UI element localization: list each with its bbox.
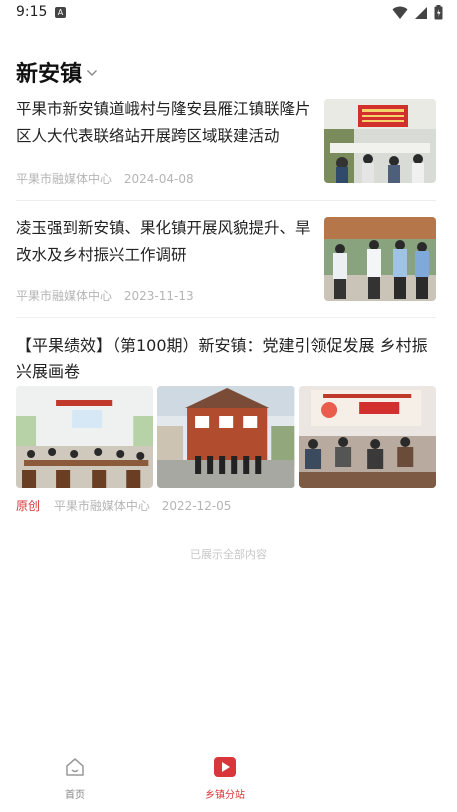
list-item[interactable]: 凌玉强到新安镇、果化镇开展风貌提升、旱改水及乡村振兴工作调研 平果市融媒体中心 …	[16, 215, 436, 305]
status-time: 9:15	[16, 4, 48, 20]
system-icons	[392, 5, 443, 20]
article-thumbnail[interactable]	[324, 99, 436, 183]
article-title: 凌玉强到新安镇、果化镇开展风貌提升、旱改水及乡村振兴工作调研	[16, 219, 311, 264]
play-square-icon	[214, 757, 236, 777]
article-meta: 原创 平果市融媒体中心 2022-12-05	[16, 497, 231, 514]
battery-icon	[434, 5, 443, 20]
signal-icon	[415, 6, 427, 19]
divider	[16, 317, 436, 318]
tab-town-label: 乡镇分站	[205, 790, 245, 801]
page-title: 新安镇	[16, 62, 83, 87]
original-badge: 原创	[16, 499, 41, 513]
gallery-image[interactable]	[298, 386, 436, 488]
article-thumbnail[interactable]	[324, 217, 436, 301]
article-source: 平果市融媒体中心	[53, 499, 150, 513]
home-icon	[66, 758, 84, 776]
article-meta: 平果市融媒体中心 2023-11-13	[16, 287, 194, 304]
article-source: 平果市融媒体中心	[16, 172, 113, 186]
notification-icon: A	[55, 7, 66, 18]
article-date: 2022-12-05	[161, 499, 232, 513]
tab-home-label: 首页	[65, 790, 85, 801]
list-item[interactable]: 平果市新安镇道峨村与隆安县雁江镇联隆片区人大代表联络站开展跨区域联建活动 平果市…	[16, 96, 436, 188]
list-item[interactable]: 【平果绩效】（第100期）新安镇：党建引领促发展 乡村振兴展画卷 原创 平果市融…	[16, 333, 436, 513]
article-date: 2024-04-08	[123, 172, 194, 186]
end-of-list-notice: 已展示全部内容	[190, 548, 267, 561]
divider	[16, 200, 436, 201]
gallery-image[interactable]	[157, 386, 295, 488]
status-bar: 9:15 A	[0, 0, 457, 26]
tab-home[interactable]: 首页	[35, 756, 115, 801]
article-meta: 平果市融媒体中心 2024-04-08	[16, 170, 194, 187]
article-date: 2023-11-13	[123, 289, 194, 303]
wifi-icon	[392, 6, 408, 19]
chevron-down-icon	[87, 70, 98, 76]
article-gallery	[16, 386, 436, 488]
tab-town-station[interactable]: 乡镇分站	[185, 756, 265, 801]
bottom-tab-bar: 首页 乡镇分站	[0, 748, 457, 812]
article-title: 平果市新安镇道峨村与隆安县雁江镇联隆片区人大代表联络站开展跨区域联建活动	[16, 100, 311, 145]
article-source: 平果市融媒体中心	[16, 289, 113, 303]
town-selector[interactable]: 新安镇	[16, 56, 98, 88]
article-title: 【平果绩效】（第100期）新安镇：党建引领促发展 乡村振兴展画卷	[16, 336, 428, 381]
gallery-image[interactable]	[16, 386, 154, 488]
